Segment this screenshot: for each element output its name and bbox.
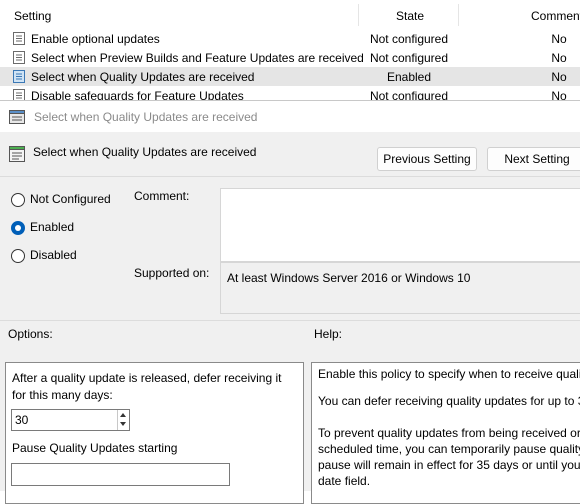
column-header-state[interactable]: State [396,9,424,23]
dialog-titlebar[interactable]: Select when Quality Updates are received [0,101,580,132]
defer-days-label: After a quality update is released, defe… [12,371,282,402]
supported-on-value: At least Windows Server 2016 or Windows … [227,271,471,285]
column-divider[interactable] [358,4,359,26]
row-setting-name: Enable optional updates [31,32,160,46]
divider [0,176,580,177]
options-label: Options: [8,327,53,341]
supported-on-field: At least Windows Server 2016 or Windows … [220,262,580,314]
help-pane: Enable this policy to specify when to re… [311,362,580,504]
row-state: Enabled [386,70,432,84]
pause-start-date-field[interactable] [11,463,230,486]
list-row-quality-updates[interactable]: Select when Quality Updates are received… [0,67,580,86]
list-row-enable-optional-updates[interactable]: Enable optional updates Not configured N… [0,29,580,48]
dialog-title: Select when Quality Updates are received [34,110,258,124]
row-state: Not configured [369,51,449,65]
row-comment: No [551,51,567,65]
radio-circle[interactable] [11,249,25,263]
help-text-line: Enable this policy to specify when to re… [318,367,580,381]
radio-selected[interactable] [11,221,25,235]
comment-field[interactable] [220,188,580,262]
row-comment: No [551,70,567,84]
list-header: Setting State Comment [0,0,580,28]
defer-days-value[interactable]: 30 [15,413,28,427]
supported-on-label: Supported on: [134,266,210,280]
spinner-arrows[interactable] [117,410,129,430]
policy-setting-icon [13,51,25,64]
column-divider[interactable] [458,4,459,26]
pause-quality-updates-label: Pause Quality Updates starting [12,441,178,455]
radio-label: Disabled [30,248,77,262]
row-state: Not configured [369,32,449,46]
spin-up-icon[interactable] [120,413,126,417]
help-text-line: date field. [318,474,371,488]
help-text-line: scheduled time, you can temporarily paus… [318,442,580,456]
help-text-line: To prevent quality updates from being re… [318,426,580,440]
app-icon [9,110,25,124]
divider [0,320,580,321]
list-row-preview-builds[interactable]: Select when Preview Builds and Feature U… [0,48,580,67]
help-label: Help: [314,327,343,341]
options-pane: After a quality update is released, defe… [5,362,304,504]
row-setting-name: Select when Quality Updates are received [31,70,255,84]
radio-label: Not Configured [30,192,111,206]
radio-circle[interactable] [11,193,25,207]
comment-label: Comment: [134,189,190,203]
policy-setting-icon [13,32,25,45]
policy-setting-icon [9,146,25,162]
column-header-comment[interactable]: Comment [531,9,580,23]
policy-list: Setting State Comment Enable optional up… [0,0,580,104]
policy-name: Select when Quality Updates are received [33,145,257,159]
previous-setting-button[interactable]: Previous Setting [377,147,477,171]
spin-down-icon[interactable] [120,422,126,426]
policy-setting-selected-icon [13,70,25,83]
help-text-line: pause will remain in effect for 35 days … [318,458,580,472]
row-comment: No [551,32,567,46]
defer-days-spinner[interactable]: 30 [11,409,130,431]
help-text-line: You can defer receiving quality updates … [318,394,580,408]
next-setting-button[interactable]: Next Setting [487,147,580,171]
column-header-setting[interactable]: Setting [14,9,51,23]
row-setting-name: Select when Preview Builds and Feature U… [31,51,364,65]
policy-dialog: Select when Quality Updates are received… [0,100,580,504]
radio-label: Enabled [30,220,75,234]
